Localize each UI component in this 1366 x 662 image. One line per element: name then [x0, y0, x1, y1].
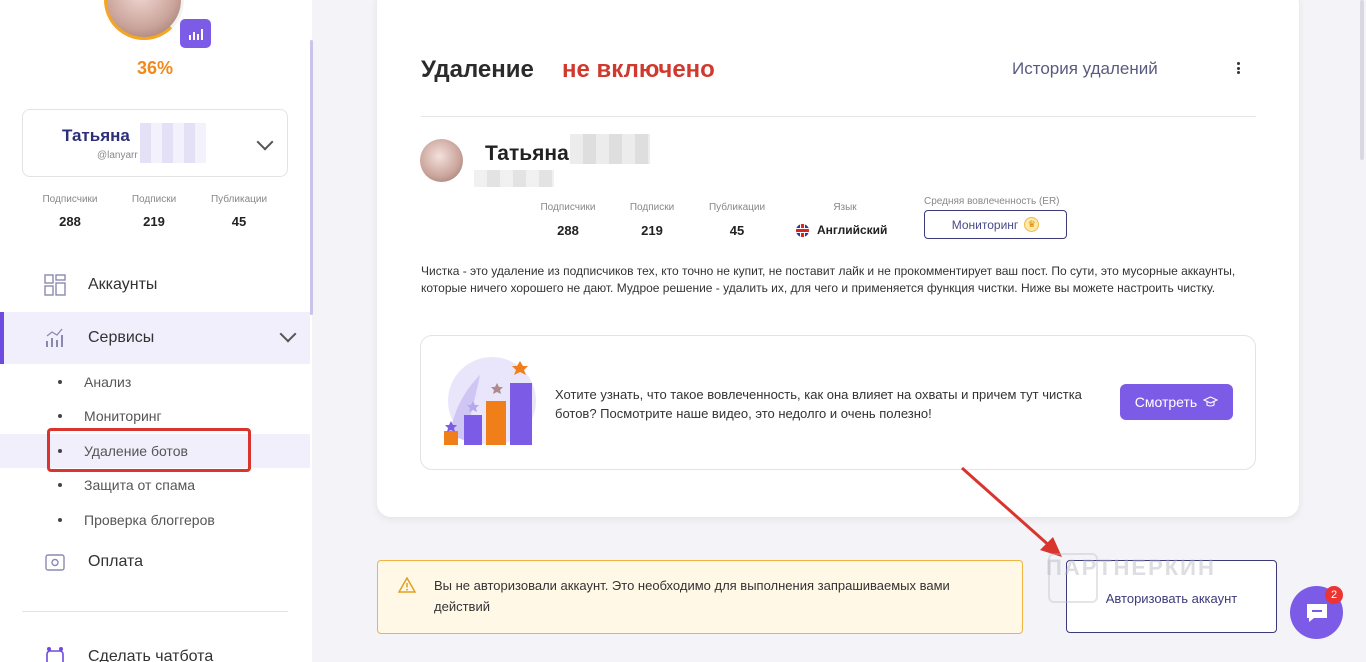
stat-value: 45: [729, 223, 745, 238]
chat-bubble-icon: [1306, 603, 1327, 622]
account-name: Татьяна: [62, 126, 130, 145]
stat-value: 288: [59, 214, 81, 229]
sidebar-item-chatbot[interactable]: Сделать чатбота: [44, 645, 213, 662]
sidebar-item-payment[interactable]: Оплата: [0, 536, 310, 588]
sidebar-item-label: Сервисы: [88, 329, 155, 346]
avatar: [420, 139, 463, 182]
stat-label: Публикации: [708, 202, 766, 213]
authorize-button-label: Авторизовать аккаунт: [1105, 591, 1238, 606]
watch-button-label: Смотреть: [1134, 394, 1198, 410]
stat-label: Подписчики: [42, 194, 98, 205]
profile-stat-posts: Публикации 45: [692, 202, 782, 238]
warning-icon: [398, 577, 416, 593]
sidebar-stat-following: Подписки 219: [114, 194, 194, 229]
sub-label: Защита от спама: [84, 477, 196, 493]
account-handle: @lanyarr: [97, 150, 138, 161]
sub-label: Проверка блоггеров: [84, 512, 215, 528]
wallet-icon: [45, 554, 65, 571]
stat-value: 219: [143, 214, 165, 229]
chart-icon: [46, 328, 63, 347]
chat-unread-badge: 2: [1325, 586, 1343, 604]
stat-value: 219: [641, 223, 663, 238]
sub-label: Анализ: [84, 374, 132, 390]
description-text: Чистка - это удаление из подписчиков тех…: [421, 264, 1236, 295]
sidebar-sub-spam-protection[interactable]: Защита от спама: [0, 468, 310, 502]
page-scrollbar[interactable]: [1360, 0, 1364, 160]
profile-stat-followers: Подписчики 288: [523, 202, 613, 238]
account-switcher[interactable]: Татьяна @lanyarr: [22, 109, 288, 177]
profile-percent: 36%: [136, 58, 174, 78]
stat-value: 288: [557, 223, 579, 238]
language-label: Язык: [833, 202, 857, 213]
bullet: [58, 483, 62, 487]
watch-video-button[interactable]: Смотреть: [1120, 384, 1233, 420]
sidebar-divider: [22, 611, 288, 612]
stat-label: Подписчики: [540, 202, 596, 213]
growth-chart-illustration: [444, 357, 536, 445]
stats-badge-icon[interactable]: [180, 19, 211, 48]
promo-text: Хотите узнать, что такое вовлеченность, …: [555, 387, 1082, 421]
blurred-name: [140, 123, 206, 163]
profile-stat-following: Подписки 219: [607, 202, 697, 238]
annotation-highlight-box: [47, 428, 251, 472]
language-text: Английский: [817, 223, 888, 237]
monitoring-button-label: Мониторинг: [951, 217, 1019, 232]
sidebar-item-label: Оплата: [88, 553, 144, 570]
status-label: не включено: [562, 56, 715, 83]
sidebar-item-label: Аккаунты: [88, 276, 158, 293]
stat-label: Подписки: [131, 194, 177, 205]
sidebar-item-services[interactable]: Сервисы: [0, 312, 310, 364]
language-value: Английский: [796, 223, 887, 237]
stat-label: Подписки: [629, 202, 675, 213]
profile-name: Татьяна: [485, 142, 569, 165]
more-menu-icon[interactable]: [1236, 62, 1240, 74]
watermark: ПАРТНЕРКИН: [1046, 555, 1216, 580]
header-divider: [421, 116, 1256, 117]
sidebar-sub-blogger-check[interactable]: Проверка блоггеров: [0, 503, 310, 537]
graduation-cap-icon: [1203, 396, 1219, 407]
sidebar-scrollbar[interactable]: [310, 40, 313, 315]
bullet: [58, 380, 62, 384]
bullet: [58, 518, 62, 522]
monitoring-button[interactable]: Мониторинг ♛: [924, 210, 1067, 239]
chevron-down-icon[interactable]: [256, 133, 274, 151]
uk-flag-icon: [796, 223, 809, 237]
chevron-down-icon[interactable]: [279, 325, 297, 343]
grid-icon: [44, 274, 66, 296]
blurred-surname: [570, 134, 650, 164]
stat-value: 45: [231, 214, 247, 229]
sub-label: Мониторинг: [84, 408, 162, 424]
er-label: Средняя вовлеченность (ER): [924, 196, 1060, 207]
warning-text: Вы не авторизовали аккаунт. Это необходи…: [434, 578, 950, 614]
sidebar-stat-posts: Публикации 45: [199, 194, 279, 229]
sidebar-stat-followers: Подписчики 288: [30, 194, 110, 229]
blurred-handle: [474, 170, 554, 187]
bullet: [58, 414, 62, 418]
sidebar-item-label: Сделать чатбота: [88, 648, 214, 662]
history-link[interactable]: История удалений: [1012, 59, 1158, 79]
sidebar-sub-analysis[interactable]: Анализ: [0, 365, 310, 399]
sidebar-item-accounts[interactable]: Аккаунты: [0, 259, 310, 311]
robot-icon: [46, 647, 64, 662]
crown-icon: ♛: [1024, 217, 1040, 232]
stat-label: Публикации: [210, 194, 268, 205]
page-title: Удаление: [421, 56, 534, 83]
sidebar: 36% Татьяна @lanyarr Подписчики 288 Подп…: [0, 0, 312, 662]
profile-avatar[interactable]: [104, 0, 184, 40]
